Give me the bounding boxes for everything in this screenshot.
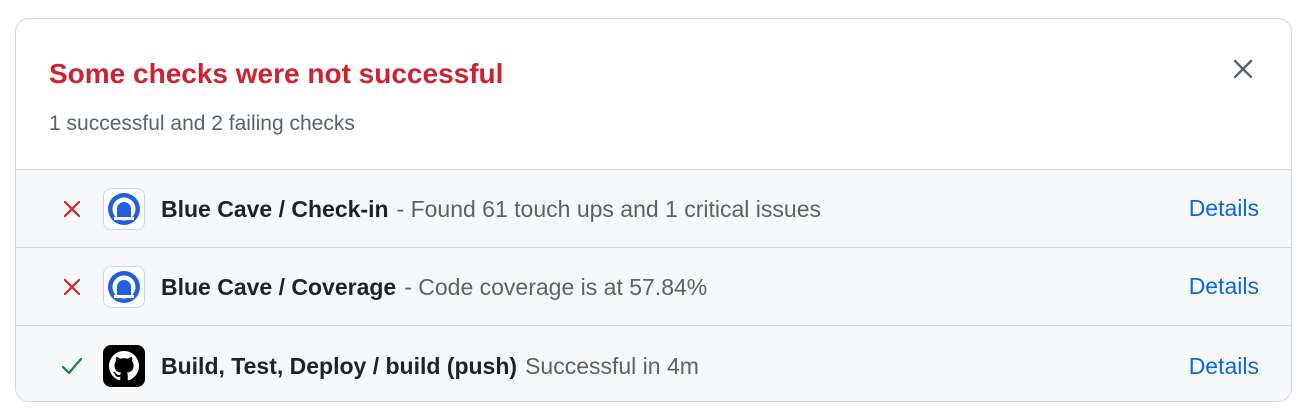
close-icon <box>1233 59 1253 79</box>
check-row-build: Build, Test, Deploy / build (push) Succes… <box>16 326 1291 401</box>
details-link[interactable]: Details <box>1189 273 1259 300</box>
github-icon <box>103 345 145 387</box>
check-text: Build, Test, Deploy / build (push) Succes… <box>161 352 699 380</box>
checks-panel: Some checks were not successful 1 succes… <box>15 18 1292 402</box>
check-icon <box>60 354 84 378</box>
close-button[interactable] <box>1229 55 1257 83</box>
check-row-checkin: Blue Cave / Check-in - Found 61 touch ups… <box>16 170 1291 248</box>
check-name: Build, Test, Deploy / build (push) <box>161 353 518 379</box>
check-text: Blue Cave / Check-in - Found 61 touch ups… <box>161 195 821 223</box>
blue-cave-icon <box>103 265 145 308</box>
x-icon <box>60 197 84 221</box>
checks-title: Some checks were not successful <box>49 58 504 89</box>
details-link[interactable]: Details <box>1189 353 1259 380</box>
check-name: Blue Cave / Check-in <box>161 195 389 222</box>
check-name: Blue Cave / Coverage <box>161 273 397 300</box>
check-description: - Found 61 touch ups and 1 critical issu… <box>396 195 821 222</box>
check-description: - Code coverage is at 57.84% <box>404 273 708 300</box>
check-description: Successful in 4m <box>525 353 699 379</box>
blue-cave-icon <box>103 187 145 230</box>
checks-summary: 1 successful and 2 failing checks <box>49 112 355 135</box>
details-link[interactable]: Details <box>1189 195 1259 222</box>
check-text: Blue Cave / Coverage - Code coverage is a… <box>161 273 707 301</box>
checks-header: Some checks were not successful 1 succes… <box>16 19 1291 170</box>
check-row-coverage: Blue Cave / Coverage - Code coverage is a… <box>16 248 1291 326</box>
x-icon <box>60 275 84 299</box>
